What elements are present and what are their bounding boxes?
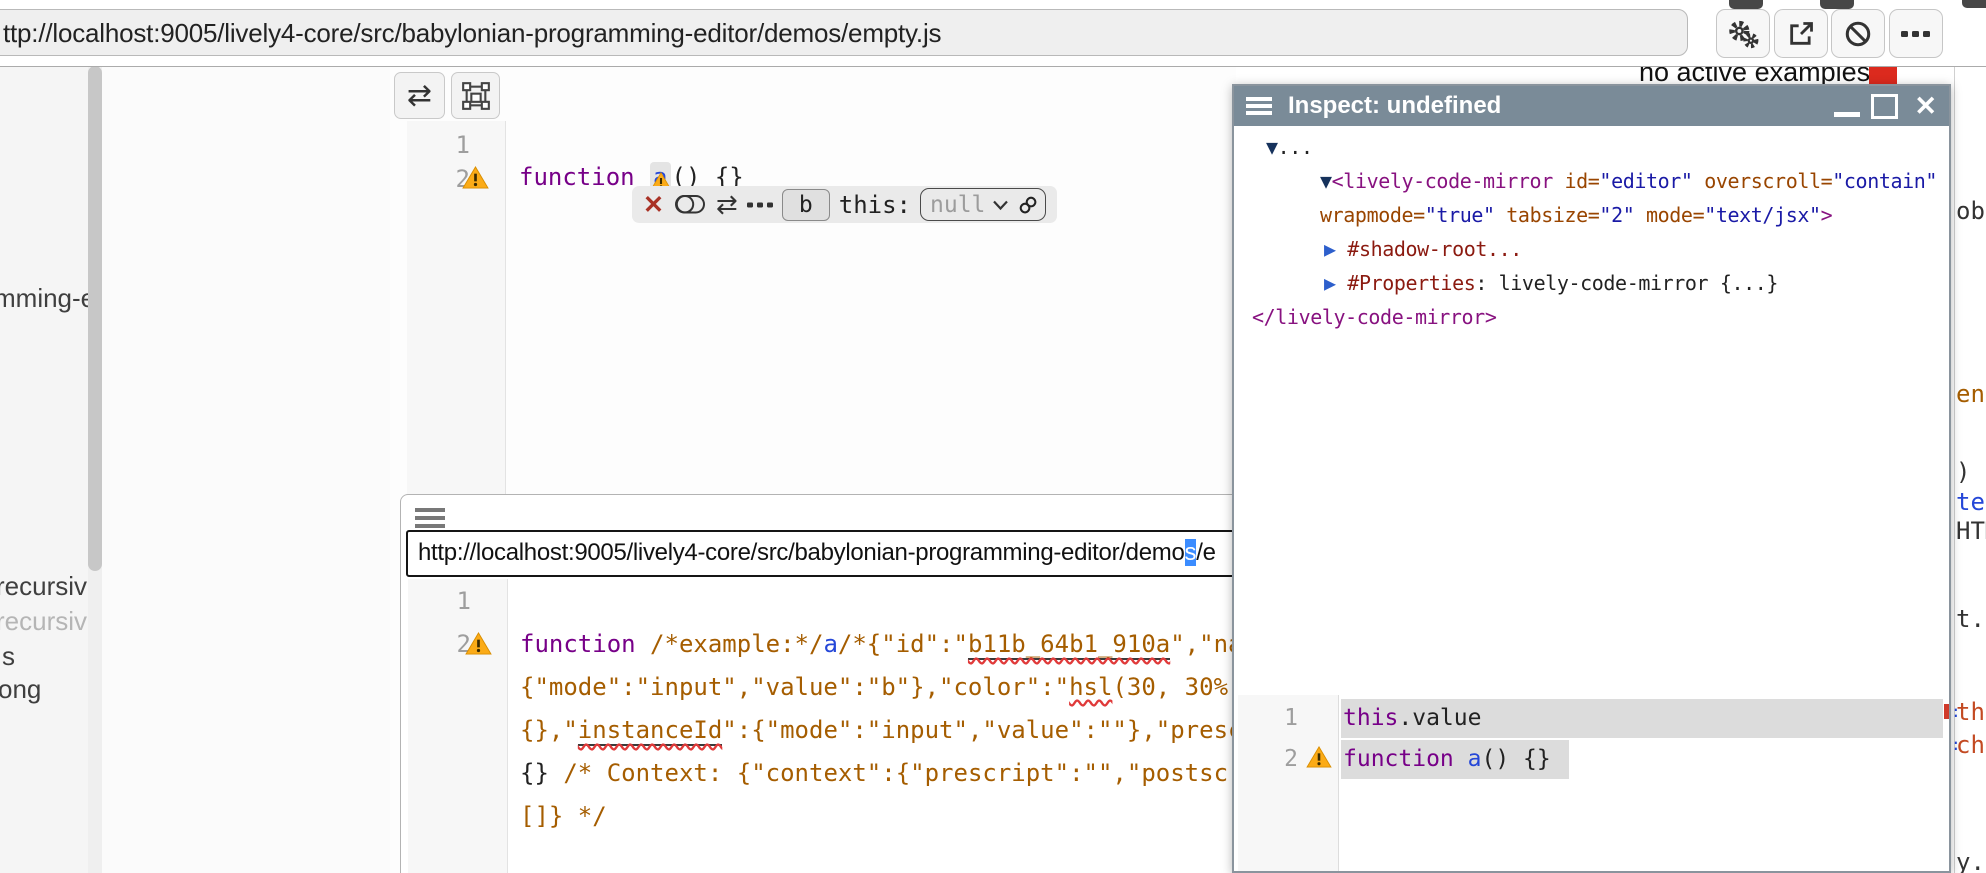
line-number: 1: [431, 586, 471, 616]
example-name-button[interactable]: b: [782, 189, 830, 221]
window-control-partial-icon: [1962, 0, 1986, 8]
swap-arrows-icon[interactable]: ⇄: [716, 189, 738, 220]
code-line[interactable]: function /*example:*/a/*{"id":"b11b_64b1…: [520, 629, 1300, 659]
window-menu-icon[interactable]: [1246, 94, 1272, 119]
line-number: 1: [430, 130, 470, 160]
clipped-text: s: [2, 641, 15, 672]
clipped-text: HTM: [1956, 517, 1986, 545]
line-number: 2: [1254, 744, 1298, 774]
example-probe-widget: ✕ ⇄ b this: null: [632, 186, 1057, 223]
main-url-input[interactable]: ttp://localhost:9005/lively4-core/src/ba…: [0, 9, 1688, 56]
warning-icon: [462, 166, 489, 189]
vertical-scrollbar[interactable]: [88, 66, 102, 873]
url-text: /e: [1196, 539, 1215, 566]
code-line[interactable]: function a() {}: [1343, 744, 1551, 774]
inspector-title-bar[interactable]: Inspect: undefined ✕: [1234, 86, 1949, 126]
line-number: 1: [1254, 703, 1298, 733]
clipped-text: mming-e: [0, 283, 88, 314]
browser-top-bar: ttp://localhost:9005/lively4-core/src/ba…: [0, 0, 1986, 67]
open-external-button[interactable]: [1774, 9, 1828, 58]
scrollbar-thumb[interactable]: [88, 66, 102, 571]
right-clipped-panel: obs ent ) { ter HTM t.i th ch y.c : :: [1951, 66, 1986, 873]
lively4-desktop: ttp://localhost:9005/lively4-core/src/ba…: [0, 0, 1986, 873]
chevron-down-icon: [992, 199, 1009, 211]
code-line[interactable]: {"mode":"input","value":"b"},"color":"hs…: [520, 672, 1300, 702]
remove-example-button[interactable]: ✕: [643, 190, 664, 220]
warning-icon: [465, 632, 492, 655]
swap-button[interactable]: ⇄: [394, 72, 445, 119]
line-number-gutter: [408, 579, 508, 873]
gears-icon: [1726, 19, 1760, 49]
dom-tree-node[interactable]: </lively-code-mirror>: [1252, 304, 1496, 330]
dom-tree-node[interactable]: ▼<lively-code-mirror id="editor" overscr…: [1320, 168, 1937, 194]
frame-select-icon: [462, 82, 490, 110]
clipped-mark: :: [1951, 735, 1961, 754]
clipped-text: recursive: [0, 606, 88, 637]
select-bounds-button[interactable]: [451, 72, 500, 119]
minimize-icon[interactable]: [1834, 112, 1860, 117]
more-icon[interactable]: [747, 201, 773, 209]
window-title: Inspect: undefined: [1288, 92, 1834, 120]
clipped-text: y.c: [1956, 848, 1986, 873]
url-text: http://localhost:9005/lively4-core/src/b…: [418, 539, 1185, 566]
menu-hamburger-icon[interactable]: [415, 504, 445, 532]
inspector-window: Inspect: undefined ✕ ▼... ▼<lively-code-…: [1232, 84, 1951, 873]
dom-tree-node[interactable]: ▶ #shadow-root...: [1324, 236, 1522, 262]
clipped-text: ent: [1956, 380, 1986, 408]
ellipsis-icon: [1901, 29, 1931, 39]
url-selection: s: [1185, 539, 1197, 566]
close-icon[interactable]: ✕: [1914, 93, 1937, 120]
dom-tree-node[interactable]: ▶ #Properties: lively-code-mirror {...}: [1324, 270, 1778, 296]
clipped-text: ter: [1956, 488, 1986, 516]
empty-panel: [102, 66, 391, 873]
left-clipped-panel: mming-e recursive recursive s ong: [0, 66, 88, 873]
window-control-partial-icon: [1820, 0, 1854, 9]
clipped-text: t.i: [1956, 605, 1986, 633]
dom-tree-node[interactable]: ▼...: [1266, 134, 1313, 160]
code-line[interactable]: {},"instanceId":{"mode":"input","value":…: [520, 715, 1300, 745]
scrollbar-annotation: [1944, 704, 1949, 719]
warning-icon: [1306, 746, 1332, 768]
swap-arrows-icon: ⇄: [407, 78, 432, 113]
dropdown-value: null: [930, 192, 985, 218]
this-value-dropdown[interactable]: null: [920, 188, 1046, 221]
clipped-mark: :: [1951, 702, 1961, 721]
link-icon[interactable]: [1016, 193, 1040, 217]
code-line[interactable]: this.value: [1343, 703, 1481, 733]
clipped-text: ) {: [1956, 458, 1986, 486]
clipped-text: ong: [0, 674, 41, 705]
clipped-text: obs: [1956, 197, 1986, 225]
external-link-icon: [1787, 20, 1815, 48]
window-control-partial-icon: [1729, 0, 1763, 9]
disable-button[interactable]: [1831, 9, 1885, 58]
this-label: this:: [839, 191, 911, 219]
clipped-text: recursive: [0, 571, 88, 602]
toggle-icon[interactable]: [673, 192, 707, 217]
code-line[interactable]: {} /* Context: {"context":{"prescript":"…: [520, 758, 1300, 788]
ban-icon: [1844, 20, 1872, 48]
dom-tree-node[interactable]: wrapmode="true" tabsize="2" mode="text/j…: [1320, 202, 1832, 228]
maximize-icon[interactable]: [1871, 94, 1898, 119]
more-options-button[interactable]: [1889, 9, 1943, 58]
settings-button[interactable]: [1716, 9, 1770, 58]
code-line[interactable]: []} */: [520, 801, 607, 831]
